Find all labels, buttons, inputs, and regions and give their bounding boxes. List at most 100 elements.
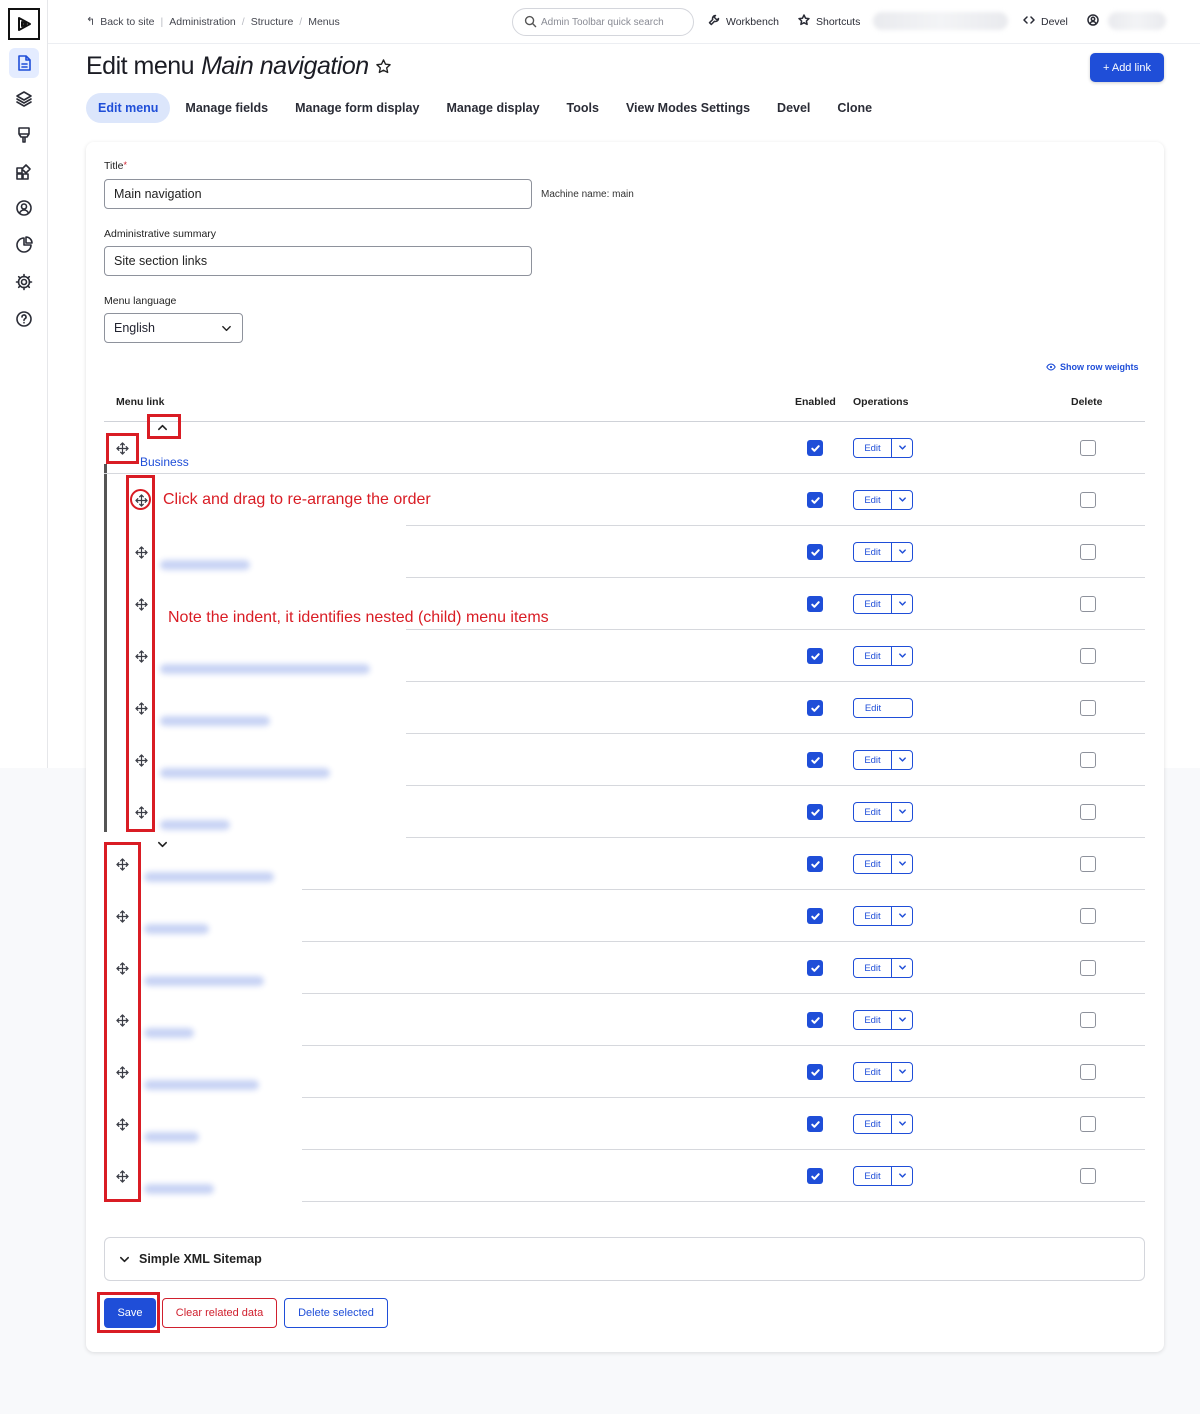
tab-tools[interactable]: Tools bbox=[555, 93, 611, 123]
configuration-gear-icon[interactable] bbox=[9, 267, 39, 297]
drupal-logo-icon[interactable] bbox=[8, 8, 40, 40]
operations-dropbutton[interactable]: Edit bbox=[853, 854, 913, 874]
tab-view-modes-settings[interactable]: View Modes Settings bbox=[614, 93, 762, 123]
summary-input[interactable]: Site section links bbox=[104, 246, 532, 276]
delete-checkbox[interactable] bbox=[1080, 752, 1096, 768]
dropbutton-toggle[interactable] bbox=[892, 491, 912, 509]
dropbutton-toggle[interactable] bbox=[892, 1115, 912, 1133]
menu-link-blurred[interactable] bbox=[144, 1028, 194, 1038]
dropbutton-toggle[interactable] bbox=[892, 439, 912, 457]
favorite-star-icon[interactable] bbox=[375, 58, 392, 75]
devel-link[interactable]: Devel bbox=[1023, 14, 1068, 29]
menu-link-blurred[interactable] bbox=[144, 976, 264, 986]
edit-button[interactable]: Edit bbox=[854, 647, 892, 665]
edit-button[interactable]: Edit bbox=[854, 907, 892, 925]
operations-dropbutton[interactable]: Edit bbox=[853, 906, 913, 926]
tab-manage-fields[interactable]: Manage fields bbox=[173, 93, 280, 123]
enabled-checkbox[interactable] bbox=[807, 856, 823, 872]
delete-checkbox[interactable] bbox=[1080, 804, 1096, 820]
enabled-checkbox[interactable] bbox=[807, 440, 823, 456]
delete-checkbox[interactable] bbox=[1080, 856, 1096, 872]
tab-manage-display[interactable]: Manage display bbox=[434, 93, 551, 123]
expand-children-toggle[interactable] bbox=[154, 836, 170, 852]
add-link-button[interactable]: + Add link bbox=[1090, 53, 1164, 82]
dropbutton-toggle[interactable] bbox=[892, 751, 912, 769]
enabled-checkbox[interactable] bbox=[807, 1064, 823, 1080]
dropbutton-toggle[interactable] bbox=[892, 543, 912, 561]
delete-checkbox[interactable] bbox=[1080, 596, 1096, 612]
structure-layers-icon[interactable] bbox=[9, 84, 39, 114]
enabled-checkbox[interactable] bbox=[807, 1116, 823, 1132]
enabled-checkbox[interactable] bbox=[807, 544, 823, 560]
simple-xml-sitemap-details[interactable]: Simple XML Sitemap bbox=[104, 1237, 1145, 1281]
edit-button[interactable]: Edit bbox=[854, 959, 892, 977]
edit-button[interactable]: Edit bbox=[854, 1115, 892, 1133]
operations-dropbutton[interactable]: Edit bbox=[853, 438, 913, 458]
help-question-icon[interactable] bbox=[9, 304, 39, 334]
delete-checkbox[interactable] bbox=[1080, 492, 1096, 508]
appearance-brush-icon[interactable] bbox=[9, 120, 39, 150]
operations-dropbutton[interactable]: Edit bbox=[853, 1062, 913, 1082]
breadcrumb-administration[interactable]: Administration bbox=[169, 16, 236, 28]
edit-button[interactable]: Edit bbox=[854, 1063, 892, 1081]
menu-link-blurred[interactable] bbox=[144, 924, 209, 934]
menu-link-blurred[interactable] bbox=[144, 1184, 214, 1194]
operations-dropbutton[interactable]: Edit bbox=[853, 542, 913, 562]
language-select[interactable]: English bbox=[104, 313, 243, 343]
tab-devel[interactable]: Devel bbox=[765, 93, 822, 123]
menu-link-blurred[interactable] bbox=[160, 664, 370, 674]
dropbutton-toggle[interactable] bbox=[892, 907, 912, 925]
people-user-icon[interactable] bbox=[9, 193, 39, 223]
operations-dropbutton[interactable]: Edit bbox=[853, 802, 913, 822]
enabled-checkbox[interactable] bbox=[807, 596, 823, 612]
delete-checkbox[interactable] bbox=[1080, 908, 1096, 924]
operations-dropbutton[interactable]: Edit bbox=[853, 594, 913, 614]
enabled-checkbox[interactable] bbox=[807, 960, 823, 976]
menu-link-blurred[interactable] bbox=[144, 872, 274, 882]
delete-checkbox[interactable] bbox=[1080, 1168, 1096, 1184]
enabled-checkbox[interactable] bbox=[807, 1168, 823, 1184]
menu-link-blurred[interactable] bbox=[160, 768, 330, 778]
delete-checkbox[interactable] bbox=[1080, 544, 1096, 560]
menu-link-blurred[interactable] bbox=[160, 820, 230, 830]
clear-related-data-button[interactable]: Clear related data bbox=[162, 1298, 277, 1328]
enabled-checkbox[interactable] bbox=[807, 804, 823, 820]
operations-dropbutton[interactable]: Edit bbox=[853, 490, 913, 510]
delete-checkbox[interactable] bbox=[1080, 700, 1096, 716]
menu-link-blurred[interactable] bbox=[144, 1080, 259, 1090]
delete-checkbox[interactable] bbox=[1080, 1064, 1096, 1080]
menu-link-blurred[interactable] bbox=[144, 1132, 199, 1142]
operations-dropbutton[interactable]: Edit bbox=[853, 646, 913, 666]
back-to-site-link[interactable]: Back to site bbox=[100, 16, 154, 28]
operations-dropbutton[interactable]: Edit bbox=[853, 1114, 913, 1134]
operations-dropbutton[interactable]: Edit bbox=[853, 1010, 913, 1030]
enabled-checkbox[interactable] bbox=[807, 908, 823, 924]
menu-link-blurred[interactable] bbox=[160, 716, 270, 726]
reports-pie-icon[interactable] bbox=[9, 230, 39, 260]
user-account-link[interactable] bbox=[1087, 14, 1099, 29]
dropbutton-toggle[interactable] bbox=[892, 1063, 912, 1081]
operations-dropbutton[interactable]: Edit bbox=[853, 958, 913, 978]
breadcrumb-menus[interactable]: Menus bbox=[308, 16, 340, 28]
edit-button[interactable]: Edit bbox=[854, 491, 892, 509]
dropbutton-toggle[interactable] bbox=[892, 959, 912, 977]
breadcrumb-structure[interactable]: Structure bbox=[251, 16, 294, 28]
dropbutton-toggle[interactable] bbox=[892, 855, 912, 873]
tab-edit-menu[interactable]: Edit menu bbox=[86, 93, 171, 123]
enabled-checkbox[interactable] bbox=[807, 492, 823, 508]
workbench-link[interactable]: Workbench bbox=[708, 14, 779, 29]
tab-clone[interactable]: Clone bbox=[825, 93, 884, 123]
enabled-checkbox[interactable] bbox=[807, 700, 823, 716]
edit-button[interactable]: Edit bbox=[854, 439, 892, 457]
menu-link-blurred[interactable] bbox=[160, 560, 250, 570]
operations-dropbutton[interactable]: Edit bbox=[853, 750, 913, 770]
edit-button[interactable]: Edit bbox=[854, 543, 892, 561]
edit-button[interactable]: Edit bbox=[854, 1011, 892, 1029]
delete-checkbox[interactable] bbox=[1080, 440, 1096, 456]
delete-checkbox[interactable] bbox=[1080, 1012, 1096, 1028]
edit-button[interactable]: Edit bbox=[854, 751, 892, 769]
dropbutton-toggle[interactable] bbox=[892, 647, 912, 665]
dropbutton-toggle[interactable] bbox=[892, 803, 912, 821]
enabled-checkbox[interactable] bbox=[807, 1012, 823, 1028]
edit-button[interactable]: Edit bbox=[854, 595, 892, 613]
